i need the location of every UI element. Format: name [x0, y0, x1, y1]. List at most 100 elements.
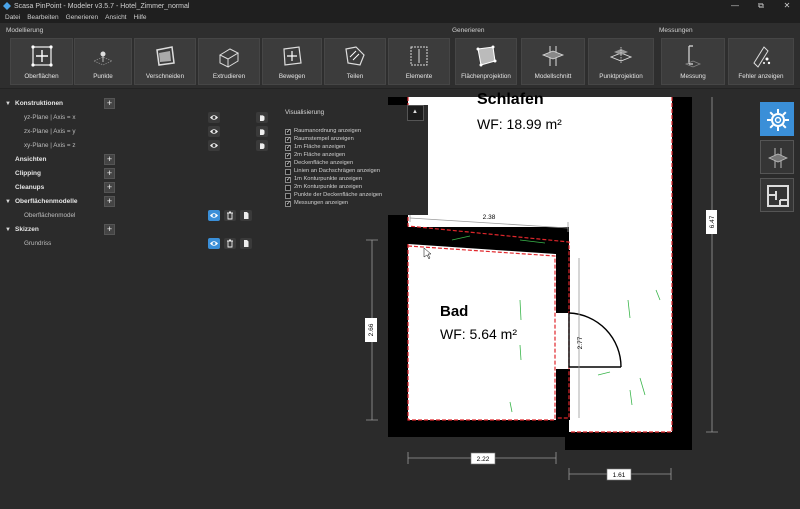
section-view-icon — [768, 148, 788, 168]
point-projection-icon — [609, 47, 633, 63]
vis-option-label: Punkte der Deckenfläche anzeigen — [294, 192, 383, 198]
menu-hilfe[interactable]: Hilfe — [134, 14, 147, 21]
vis-option-7[interactable]: 2m Konturpunkte anzeigen — [285, 184, 425, 192]
tool-verschneiden[interactable]: Verschneiden — [134, 38, 196, 85]
collapse-visualisierung-button[interactable]: ▲ — [407, 105, 424, 121]
tool-bewegen[interactable]: Bewegen — [262, 38, 322, 85]
pan-toggle[interactable] — [256, 140, 268, 151]
vis-option-4[interactable]: ✓ Deckenfläche anzeigen — [285, 160, 425, 168]
tree-item-yz-plane[interactable]: yz-Plane | Axis = x — [0, 112, 283, 124]
menu-generieren[interactable]: Generieren — [66, 14, 99, 21]
minimize-button[interactable]: — — [722, 0, 748, 12]
visibility-toggle[interactable] — [208, 210, 220, 221]
checkbox[interactable]: ✓ — [285, 129, 291, 135]
tool-elemente[interactable]: Elemente — [388, 38, 450, 85]
maximize-button[interactable]: ⧉ — [748, 0, 774, 12]
checkbox[interactable]: ✓ — [285, 161, 291, 167]
tool-messung[interactable]: Messung — [661, 38, 725, 85]
checkbox[interactable] — [285, 185, 291, 191]
vis-option-6[interactable]: ✓ 1m Konturpunkte anzeigen — [285, 176, 425, 184]
add-konstruktion-button[interactable]: + — [104, 98, 115, 109]
visibility-toggle[interactable] — [208, 126, 220, 137]
add-cleanup-button[interactable]: + — [104, 182, 115, 193]
settings-button[interactable] — [760, 102, 794, 136]
room-name-schlafen: Schlafen — [477, 91, 544, 108]
add-clipping-button[interactable]: + — [104, 168, 115, 179]
delete-button[interactable] — [224, 238, 236, 249]
tree-item-zx-plane[interactable]: zx-Plane | Axis = y — [0, 126, 283, 138]
visualisierung-panel: Visualisierung ▲ ✓ Raumanordnung anzeigen… — [283, 105, 428, 215]
tool-label: Bewegen — [278, 73, 306, 80]
tool-oberflaechen[interactable]: Oberflächen — [10, 38, 73, 85]
pan-toggle[interactable] — [256, 126, 268, 137]
tree-item-xy-plane[interactable]: xy-Plane | Axis = z — [0, 140, 283, 152]
tree-section-cleanups[interactable]: Cleanups + — [0, 182, 283, 194]
tool-fehler-anzeigen[interactable]: Fehler anzeigen — [728, 38, 794, 85]
tree-section-konstruktionen[interactable]: ▼ Konstruktionen + — [0, 98, 283, 110]
chevron-down-icon[interactable]: ▼ — [5, 199, 11, 205]
vis-option-1[interactable]: ✓ Raumstempel anzeigen — [285, 136, 425, 144]
gear-icon — [767, 109, 789, 131]
visibility-toggle[interactable] — [208, 112, 220, 123]
add-skizze-button[interactable]: + — [104, 224, 115, 235]
tree-item-oberflaechenmodel[interactable]: Oberflächenmodel — [0, 210, 283, 222]
tree-section-skizzen[interactable]: ▼ Skizzen + — [0, 224, 283, 236]
vis-option-label: Raumanordnung anzeigen — [294, 128, 362, 134]
checkbox[interactable]: ✓ — [285, 153, 291, 159]
tool-label: Punkte — [93, 73, 113, 80]
dim-label-161: 1.61 — [613, 472, 626, 479]
menu-bearbeiten[interactable]: Bearbeiten — [27, 14, 58, 21]
vis-option-0[interactable]: ✓ Raumanordnung anzeigen — [285, 128, 425, 136]
vis-option-label: 2m Fläche anzeigen — [294, 152, 346, 158]
vis-option-2[interactable]: ✓ 1m Fläche anzeigen — [285, 144, 425, 152]
vis-option-label: 2m Konturpunkte anzeigen — [294, 184, 362, 190]
floor-plan-view-button[interactable] — [760, 178, 794, 212]
vis-option-9[interactable]: ✓ Messungen anzeigen — [285, 200, 425, 208]
menu-datei[interactable]: Datei — [5, 14, 20, 21]
file-button[interactable] — [240, 210, 252, 221]
3d-view-button[interactable] — [760, 140, 794, 174]
checkbox[interactable] — [285, 169, 291, 175]
tool-label: Oberflächen — [24, 73, 59, 80]
vis-option-3[interactable]: ✓ 2m Fläche anzeigen — [285, 152, 425, 160]
vis-option-label: 1m Konturpunkte anzeigen — [294, 176, 362, 182]
intersect-icon — [156, 46, 175, 66]
checkbox[interactable]: ✓ — [285, 137, 291, 143]
group-label-messungen: Messungen — [659, 27, 693, 34]
tree-section-clipping[interactable]: Clipping + — [0, 168, 283, 180]
chevron-down-icon[interactable]: ▼ — [5, 227, 11, 233]
tool-modellschnitt[interactable]: Modellschnitt — [521, 38, 585, 85]
tree-section-oberflaechenmodelle[interactable]: ▼ Oberflächenmodelle + — [0, 196, 283, 208]
vis-option-8[interactable]: Punkte der Deckenfläche anzeigen — [285, 192, 425, 200]
pan-toggle[interactable] — [256, 112, 268, 123]
tree-section-ansichten[interactable]: Ansichten + — [0, 154, 283, 166]
surface-icon — [30, 45, 53, 67]
tree-item-grundriss[interactable]: Grundriss — [0, 238, 283, 250]
tool-label: Verschneiden — [145, 73, 185, 80]
chevron-up-icon: ▲ — [412, 109, 418, 115]
tool-extrudieren[interactable]: Extrudieren — [198, 38, 260, 85]
dim-label-266: 2.66 — [368, 323, 375, 336]
visibility-toggle[interactable] — [208, 140, 220, 151]
tool-teilen[interactable]: Teilen — [324, 38, 386, 85]
tool-flaechenprojektion[interactable]: Flächenprojektion — [455, 38, 517, 85]
checkbox[interactable]: ✓ — [285, 145, 291, 151]
delete-button[interactable] — [224, 210, 236, 221]
add-oberflaechenmodell-button[interactable]: + — [104, 196, 115, 207]
visibility-toggle[interactable] — [208, 238, 220, 249]
checkbox[interactable]: ✓ — [285, 201, 291, 207]
checkbox[interactable]: ✓ — [285, 177, 291, 183]
menu-ansicht[interactable]: Ansicht — [105, 14, 126, 21]
add-ansicht-button[interactable]: + — [104, 154, 115, 165]
tool-punktprojektion[interactable]: Punktprojektion — [588, 38, 654, 85]
elements-icon — [410, 46, 428, 66]
wall-bottom-left — [388, 420, 558, 437]
tool-punkte[interactable]: Punkte — [74, 38, 132, 85]
vis-option-5[interactable]: Linien an Dachschrägen anzeigen — [285, 168, 425, 176]
close-button[interactable]: ✕ — [774, 0, 800, 12]
chevron-down-icon[interactable]: ▼ — [5, 101, 11, 107]
file-button[interactable] — [240, 238, 252, 249]
checkbox[interactable] — [285, 193, 291, 199]
vis-option-label: Raumstempel anzeigen — [294, 136, 354, 142]
right-toolbar — [753, 90, 800, 509]
